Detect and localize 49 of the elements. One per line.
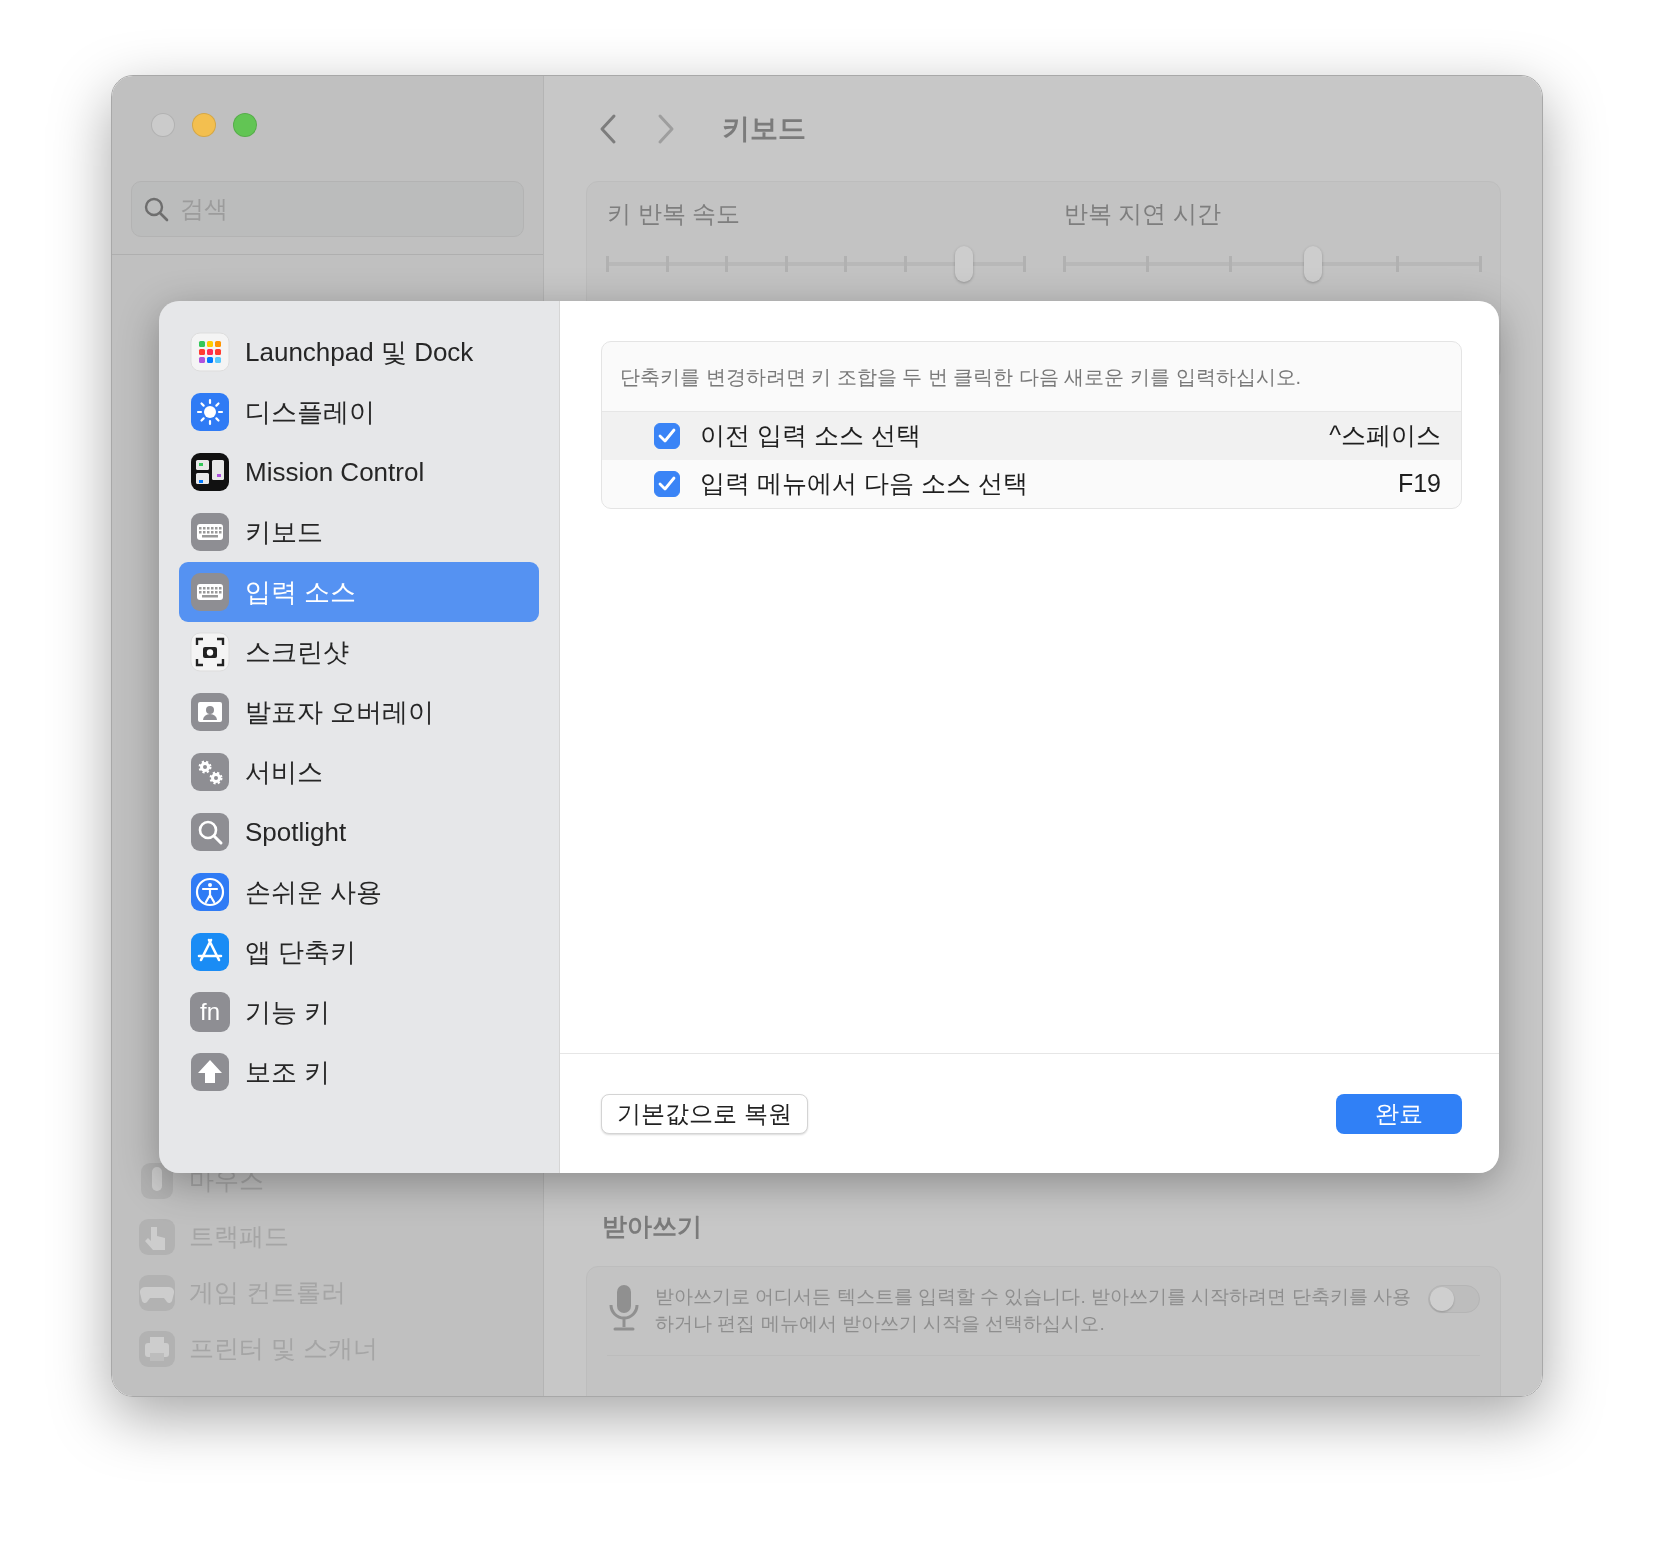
hand-icon — [137, 1217, 177, 1257]
search-icon — [190, 812, 230, 852]
keyboard-icon — [190, 572, 230, 612]
done-button[interactable]: 완료 — [1336, 1093, 1462, 1134]
sidebar-item[interactable]: 키보드 — [179, 502, 539, 562]
zoom-button[interactable] — [233, 112, 257, 137]
sun-icon — [190, 392, 230, 432]
slider[interactable] — [1063, 245, 1480, 283]
camera-icon — [190, 632, 230, 672]
toggle-switch[interactable] — [1428, 1285, 1480, 1313]
gamepad-icon — [137, 1273, 177, 1313]
sidebar-item[interactable]: 보조 키 — [179, 1042, 539, 1102]
sidebar-item[interactable]: 서비스 — [179, 742, 539, 802]
shortcut-label: 이전 입력 소스 선택 — [700, 420, 922, 452]
sidebar-item[interactable]: 디스플레이 — [179, 382, 539, 442]
printer-icon — [137, 1329, 177, 1369]
sidebar-item[interactable]: fn 기능 키 — [179, 982, 539, 1042]
checkbox[interactable] — [654, 423, 680, 449]
shortcut-key[interactable]: ^스페이스 — [1329, 417, 1441, 455]
slider-label: 반복 지연 시간 — [1063, 199, 1222, 229]
minimize-button[interactable] — [192, 112, 216, 137]
fn-key-icon: fn — [190, 992, 230, 1032]
checkbox[interactable] — [654, 471, 680, 497]
section-heading: 받아쓰기 — [602, 1211, 703, 1242]
slider-thumb[interactable] — [954, 246, 973, 282]
close-button[interactable] — [151, 112, 175, 137]
accessibility-icon — [190, 872, 230, 912]
sidebar-item[interactable]: 앱 단축키 — [179, 922, 539, 982]
app-store-icon — [190, 932, 230, 972]
sidebar-item[interactable]: 스크린샷 — [179, 622, 539, 682]
slider-thumb[interactable] — [1304, 246, 1323, 282]
sidebar-item[interactable]: Mission Control — [179, 442, 539, 502]
slider[interactable] — [607, 245, 1024, 283]
gears-icon — [190, 752, 230, 792]
sidebar-item[interactable]: Spotlight — [179, 802, 539, 862]
sidebar-item[interactable]: 손쉬운 사용 — [179, 862, 539, 922]
keyboard-icon — [190, 512, 230, 552]
window-title: 키보드 — [722, 111, 806, 146]
windows-icon — [190, 452, 230, 492]
hint-text: 단축키를 변경하려면 키 조합을 두 번 클릭한 다음 새로운 키를 입력하십시오. — [620, 364, 1302, 390]
app-grid-icon — [190, 332, 230, 372]
person-card-icon — [190, 692, 230, 732]
shortcut-label: 입력 메뉴에서 다음 소스 선택 — [700, 468, 1029, 500]
microphone-icon — [607, 1283, 641, 1333]
sidebar-item[interactable]: Launchpad 및 Dock — [179, 322, 539, 382]
shortcut-key[interactable]: F19 — [1397, 465, 1441, 503]
sidebar-item[interactable]: 발표자 오버레이 — [179, 682, 539, 742]
restore-defaults-button[interactable]: 기본값으로 복원 — [601, 1093, 808, 1134]
slider-label: 키 반복 속도 — [607, 199, 742, 229]
